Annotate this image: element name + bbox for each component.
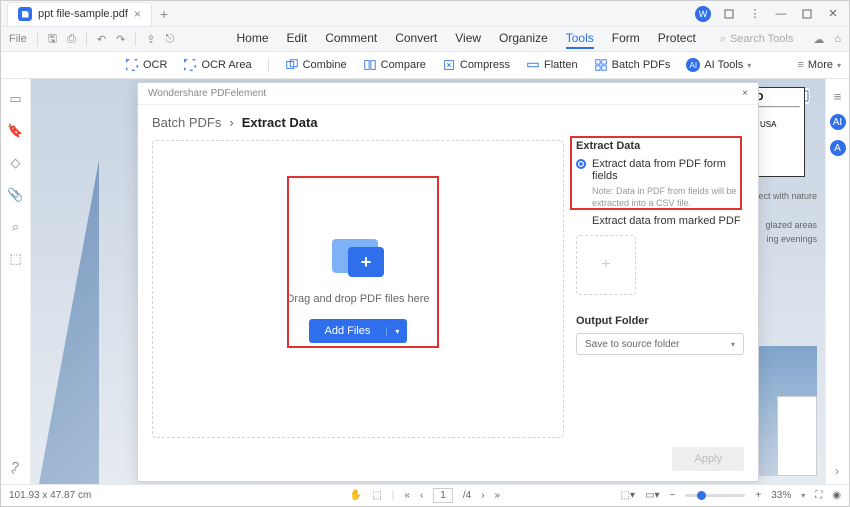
chevron-down-icon: ▾: [747, 61, 751, 70]
app-menu-icon[interactable]: [721, 6, 737, 22]
prev-page-button[interactable]: ‹: [420, 490, 423, 501]
reading-mode-icon[interactable]: ◉: [832, 490, 841, 501]
document-canvas: WED tion gton, USA ect with nature glaze…: [31, 79, 825, 484]
next-page-button[interactable]: ›: [481, 490, 484, 501]
chevron-down-icon: ▾: [837, 61, 841, 70]
menu-convert[interactable]: Convert: [395, 29, 437, 49]
main-menubar: File 🖫 ⎙ ↶ ↷ ⇪ ⎋ Home Edit Comment Conve…: [1, 27, 849, 51]
account-badge-icon[interactable]: W: [695, 6, 711, 22]
status-bar: 101.93 x 47.87 cm ✋ ⬚ | « ‹ 1 /4 › » ⬚▾ …: [1, 484, 849, 506]
ocr-area-button[interactable]: OCR Area: [183, 58, 251, 72]
layers-icon[interactable]: ⬚: [9, 251, 21, 267]
prev-page-arrow[interactable]: ‹: [11, 464, 15, 478]
menu-tabs: Home Edit Comment Convert View Organize …: [237, 29, 696, 49]
page-dimensions: 101.93 x 47.87 cm: [9, 490, 91, 501]
mini-drop-zone[interactable]: +: [576, 235, 636, 295]
zoom-value[interactable]: 33%: [771, 490, 791, 501]
combine-button[interactable]: Combine: [285, 58, 347, 72]
page-layout-icon[interactable]: ▭▾: [645, 490, 659, 501]
kebab-menu-icon[interactable]: ⋮: [747, 6, 763, 22]
share-icon[interactable]: ⇪: [146, 33, 155, 46]
close-dialog-button[interactable]: ×: [742, 88, 748, 99]
highlight-annotation: [570, 136, 742, 210]
home-icon[interactable]: ⌂: [834, 33, 841, 46]
last-page-button[interactable]: »: [495, 490, 501, 501]
more-button[interactable]: ≡More▾: [798, 59, 842, 71]
page-input[interactable]: 1: [433, 488, 453, 503]
hand-tool-icon[interactable]: ✋: [350, 490, 362, 501]
next-page-arrow[interactable]: ›: [835, 464, 839, 478]
zoom-slider[interactable]: [685, 494, 745, 497]
zoom-in-button[interactable]: +: [755, 490, 761, 501]
search-placeholder: Search Tools: [730, 33, 793, 45]
folder-plus-icon: +: [332, 235, 384, 277]
batch-extract-dialog: Wondershare PDFelement × Batch PDFs › Ex…: [137, 82, 759, 482]
menu-organize[interactable]: Organize: [499, 29, 548, 49]
doc-text-fragment: ect with nature glazed areas ing evening…: [758, 189, 817, 247]
new-tab-button[interactable]: +: [160, 6, 168, 22]
maximize-window-button[interactable]: [799, 6, 815, 22]
menu-comment[interactable]: Comment: [325, 29, 377, 49]
ocr-button[interactable]: OCR: [125, 58, 167, 72]
tab-title: ppt file-sample.pdf: [38, 8, 128, 20]
pdf-favicon-icon: [18, 7, 32, 21]
minimize-window-button[interactable]: —: [773, 6, 789, 22]
search-icon: ⌕: [720, 33, 726, 46]
search-tools[interactable]: ⌕ Search Tools: [720, 33, 794, 46]
zoom-out-button[interactable]: −: [670, 490, 676, 501]
fit-width-icon[interactable]: ⬚▾: [621, 490, 635, 501]
comments-icon[interactable]: ◇: [11, 155, 21, 171]
save-icon[interactable]: 🖫: [48, 30, 57, 49]
file-drop-zone[interactable]: + Drag and drop PDF files here Add Files…: [152, 140, 564, 438]
compress-button[interactable]: Compress: [442, 58, 510, 72]
menu-edit[interactable]: Edit: [287, 29, 308, 49]
attachments-icon[interactable]: 📎: [7, 187, 23, 203]
undo-icon[interactable]: ↶: [97, 33, 106, 46]
left-sidebar: ▭ 🔖 ◇ 📎 ⌕ ⬚ ?: [1, 79, 31, 484]
breadcrumb-parent[interactable]: Batch PDFs: [152, 115, 221, 130]
fullscreen-icon[interactable]: ⛶: [815, 490, 822, 501]
thumbnails-icon[interactable]: ▭: [9, 91, 21, 107]
menu-home[interactable]: Home: [237, 29, 269, 49]
flatten-button[interactable]: Flatten: [526, 58, 578, 72]
title-bar: ppt file-sample.pdf × + W ⋮ — ✕: [1, 1, 849, 27]
breadcrumb-current: Extract Data: [242, 115, 318, 130]
document-tab[interactable]: ppt file-sample.pdf ×: [7, 2, 152, 26]
batch-pdfs-button[interactable]: Batch PDFs: [594, 58, 671, 72]
bookmarks-icon[interactable]: 🔖: [7, 123, 23, 139]
breadcrumb: Batch PDFs › Extract Data: [138, 105, 758, 140]
apply-button[interactable]: Apply: [672, 447, 744, 471]
output-folder-select[interactable]: Save to source folder ▾: [576, 333, 744, 355]
first-page-button[interactable]: «: [404, 490, 410, 501]
file-menu[interactable]: File: [9, 33, 27, 45]
export-icon[interactable]: ⎋: [166, 33, 175, 46]
radio-marked-pdf[interactable]: Extract data from marked PDF: [592, 215, 744, 227]
ai-helper-icon[interactable]: AI: [830, 114, 846, 130]
modal-app-name: Wondershare PDFelement: [148, 88, 266, 99]
select-tool-icon[interactable]: ⬚: [372, 490, 381, 501]
ai-icon: AI: [686, 58, 700, 72]
menu-tools[interactable]: Tools: [566, 29, 594, 49]
chevron-down-icon: ▾: [731, 340, 735, 349]
print-icon[interactable]: ⎙: [67, 33, 76, 46]
menu-protect[interactable]: Protect: [658, 29, 696, 49]
cloud-icon[interactable]: ☁: [813, 33, 824, 46]
close-tab-icon[interactable]: ×: [134, 7, 141, 21]
translate-icon[interactable]: A: [830, 140, 846, 156]
page-total: 4: [466, 490, 472, 501]
extract-options-panel: Extract Data Extract data from PDF form …: [576, 140, 744, 438]
tools-ribbon: OCR OCR Area Combine Compare Compress Fl…: [1, 51, 849, 79]
compare-button[interactable]: Compare: [363, 58, 426, 72]
redo-icon[interactable]: ↷: [116, 33, 125, 46]
sliders-icon[interactable]: ≡: [834, 89, 842, 104]
right-sidebar: ≡ AI A: [825, 79, 849, 484]
ai-tools-button[interactable]: AIAI Tools▾: [686, 58, 751, 72]
close-window-button[interactable]: ✕: [825, 6, 841, 22]
menu-form[interactable]: Form: [612, 29, 640, 49]
menu-view[interactable]: View: [455, 29, 481, 49]
search-panel-icon[interactable]: ⌕: [12, 219, 19, 235]
output-folder-heading: Output Folder: [576, 315, 744, 327]
